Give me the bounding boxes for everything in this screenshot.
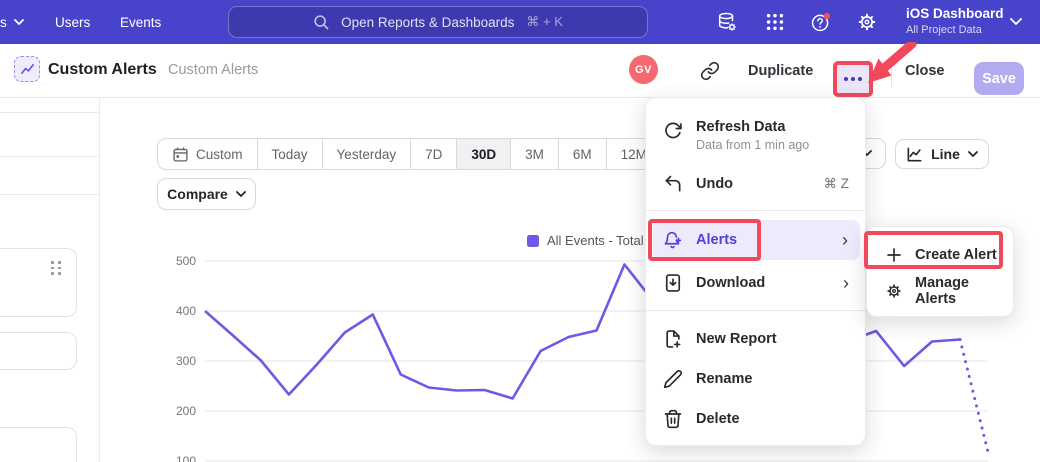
calendar-icon [172, 146, 189, 163]
apps-grid-icon[interactable] [764, 11, 786, 33]
chart-line-incomplete-segment [960, 340, 988, 453]
menu-item-sublabel: Data from 1 min ago [696, 138, 809, 152]
drag-handle-icon[interactable] [51, 261, 62, 275]
submenu-chevron-icon: › [842, 231, 848, 249]
search-placeholder: Open Reports & Dashboards [341, 15, 514, 30]
search-shortcut: ⌘ + K [526, 14, 563, 30]
notification-badge [824, 13, 830, 19]
share-link-icon[interactable] [700, 61, 720, 81]
download-icon [663, 273, 683, 293]
project-chevron-down-icon [1010, 18, 1022, 26]
nav-item-truncated[interactable]: s [0, 0, 24, 44]
range-30d-selected[interactable]: 30D [456, 139, 510, 169]
search-icon [313, 14, 329, 30]
range-3m[interactable]: 3M [510, 139, 558, 169]
chevron-down-icon [14, 19, 24, 26]
settings-gear-icon[interactable] [856, 11, 878, 33]
menu-item-refresh-data[interactable]: Refresh Data Data from 1 min ago [646, 110, 867, 158]
plus-icon [885, 246, 903, 264]
project-switcher[interactable]: iOS Dashboard All Project Data [906, 5, 1004, 37]
range-yesterday[interactable]: Yesterday [322, 139, 411, 169]
y-axis-tick-label: 100 [176, 454, 196, 462]
save-button[interactable]: Save [974, 62, 1024, 95]
pencil-icon [663, 369, 683, 389]
bell-plus-icon [663, 230, 683, 250]
submenu-item-manage-alerts[interactable]: Manage Alerts [867, 273, 1015, 309]
menu-item-delete[interactable]: Delete [646, 400, 867, 438]
menu-separator [646, 310, 867, 311]
context-menu: Refresh Data Data from 1 min ago Undo ⌘ … [645, 97, 866, 446]
menu-item-shortcut: ⌘ Z [824, 176, 850, 192]
help-icon[interactable] [810, 11, 832, 33]
top-nav: s Users Events Open Reports & Dashboards… [0, 0, 1040, 44]
menu-item-new-report[interactable]: New Report [646, 320, 867, 358]
menu-item-download[interactable]: Download › [646, 264, 867, 302]
line-chart-icon [906, 146, 923, 163]
range-7d[interactable]: 7D [410, 139, 456, 169]
app-window: s Users Events Open Reports & Dashboards… [0, 0, 1040, 462]
new-report-icon [663, 329, 683, 349]
date-range-control: Custom Today Yesterday 7D 30D 3M 6M 12M [157, 138, 662, 170]
trash-icon [663, 409, 683, 429]
chart-legend[interactable]: All Events - Total [527, 233, 644, 248]
y-axis-tick-label: 200 [176, 404, 196, 418]
range-6m[interactable]: 6M [558, 139, 606, 169]
submenu-item-create-alert[interactable]: Create Alert [867, 237, 1015, 273]
y-axis-tick-label: 500 [176, 254, 196, 268]
refresh-icon [663, 121, 683, 141]
y-axis-tick-label: 300 [176, 354, 196, 368]
legend-swatch [527, 235, 539, 247]
y-axis-tick-label: 400 [176, 304, 196, 318]
menu-item-undo[interactable]: Undo ⌘ Z [646, 166, 867, 202]
sidebar-card[interactable] [0, 427, 77, 462]
page-title: Custom Alerts [48, 61, 157, 79]
alerts-submenu: Create Alert Manage Alerts [866, 226, 1014, 317]
nav-item-label: s [0, 15, 7, 30]
report-icon [14, 56, 40, 82]
divider [891, 65, 892, 87]
sidebar-card[interactable] [0, 248, 77, 317]
close-button[interactable]: Close [905, 44, 945, 98]
range-custom[interactable]: Custom [158, 139, 257, 169]
nav-item-users[interactable]: Users [55, 0, 90, 44]
undo-icon [663, 174, 683, 194]
data-connections-icon[interactable] [716, 11, 738, 33]
more-options-button[interactable] [833, 61, 873, 97]
chevron-down-icon [968, 151, 978, 158]
submenu-chevron-icon: › [843, 274, 849, 292]
breadcrumb: Custom Alerts [168, 62, 258, 78]
menu-item-rename[interactable]: Rename [646, 360, 867, 398]
duplicate-button[interactable]: Duplicate [748, 44, 813, 98]
report-header: Custom Alerts Custom Alerts GV Duplicate… [0, 44, 1040, 98]
menu-item-alerts[interactable]: Alerts › [653, 220, 860, 260]
nav-item-events[interactable]: Events [120, 0, 161, 44]
project-name: iOS Dashboard [906, 5, 1004, 23]
sidebar-card[interactable] [0, 332, 77, 370]
chart-type-button[interactable]: Line [895, 139, 989, 169]
range-today[interactable]: Today [257, 139, 322, 169]
search-input[interactable]: Open Reports & Dashboards ⌘ + K [228, 6, 648, 38]
legend-label: All Events - Total [547, 233, 644, 248]
menu-item-label: Refresh Data [696, 119, 809, 135]
gear-icon [885, 282, 903, 300]
left-sidebar [0, 98, 100, 462]
avatar[interactable]: GV [629, 55, 658, 84]
menu-separator [646, 210, 867, 211]
ellipsis-icon [844, 77, 848, 81]
project-scope: All Project Data [906, 23, 1004, 37]
